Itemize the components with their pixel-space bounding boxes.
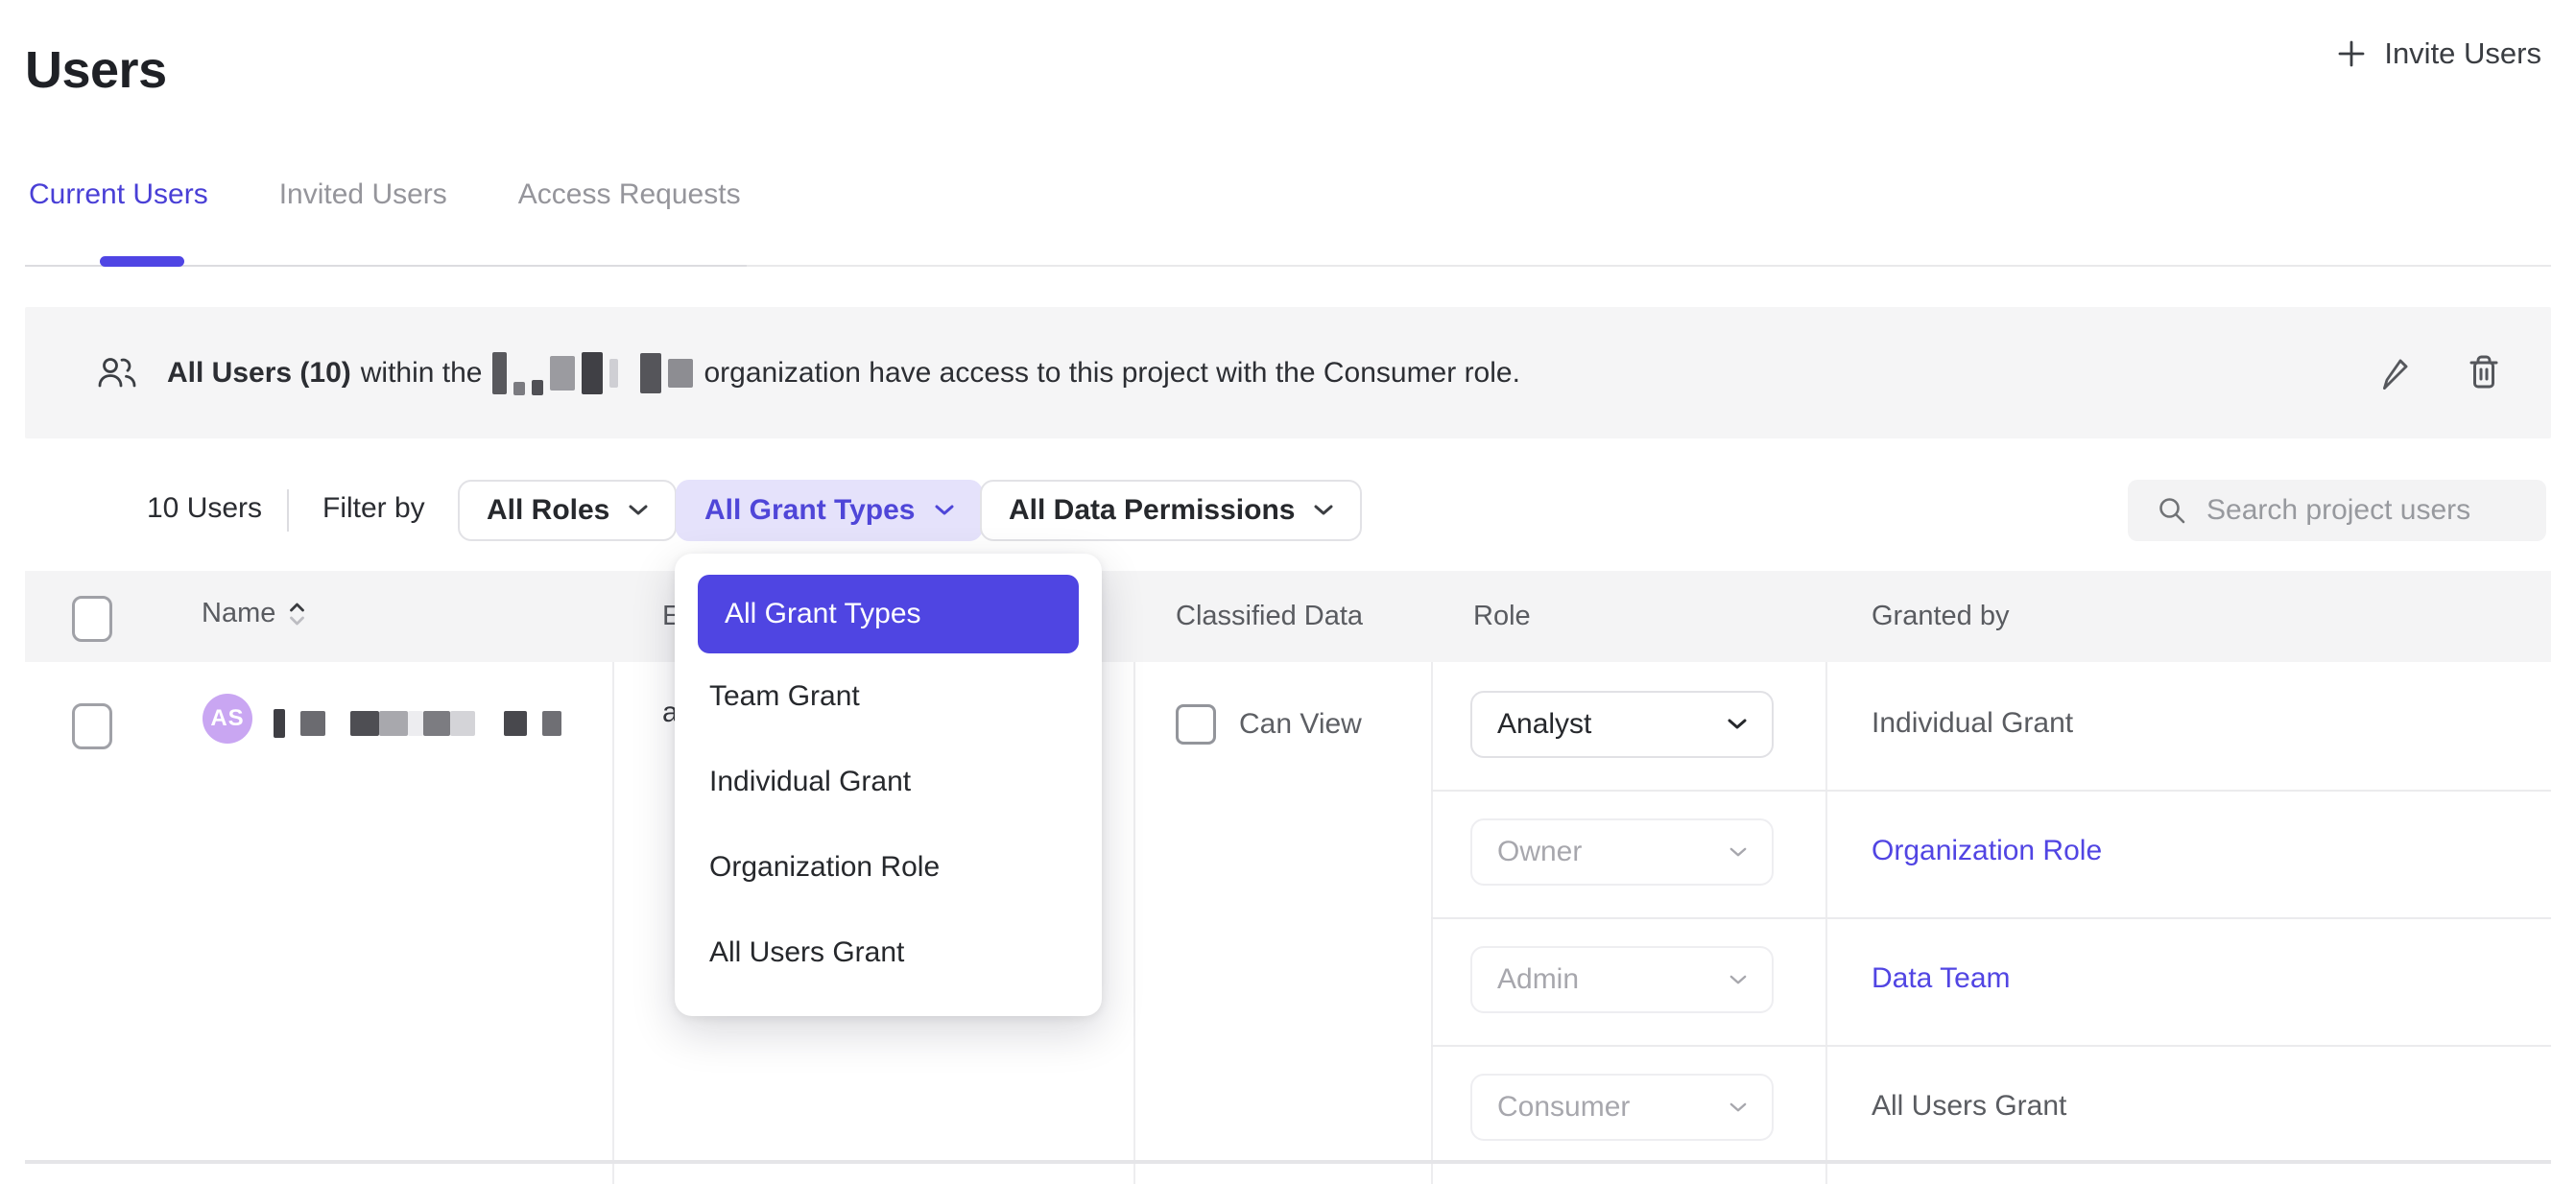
chevron-down-icon xyxy=(1728,719,1747,730)
all-roles-label: All Roles xyxy=(487,494,609,527)
all-grant-types-filter[interactable]: All Grant Types xyxy=(676,480,983,541)
role-select-owner: Owner xyxy=(1470,818,1774,886)
name-column-header[interactable]: Name xyxy=(202,598,305,629)
pencil-icon xyxy=(2376,352,2419,394)
trash-icon xyxy=(2464,351,2504,395)
all-data-permissions-filter[interactable]: All Data Permissions xyxy=(980,480,1362,541)
row-bottom-border xyxy=(25,1160,2551,1164)
invite-users-button[interactable]: Invite Users xyxy=(2330,25,2547,83)
user-count: 10 Users xyxy=(147,492,262,525)
row-checkbox[interactable] xyxy=(72,703,112,749)
banner-text: All Users (10) within the organization h… xyxy=(167,351,1520,395)
chevron-down-icon xyxy=(1314,505,1333,516)
role-column-header: Role xyxy=(1473,601,1531,632)
column-divider xyxy=(612,662,614,1184)
delete-grant-button[interactable] xyxy=(2461,350,2507,396)
role-select-label: Consumer xyxy=(1497,1091,1630,1124)
search-icon xyxy=(2128,495,2187,526)
table-body: AS a Can View Analyst Owner Admin Consum… xyxy=(25,662,2551,1184)
dropdown-item-all-grant-types-selected[interactable]: All Grant Types xyxy=(698,575,1079,653)
active-tab-indicator xyxy=(100,256,184,267)
can-view-checkbox[interactable] xyxy=(1176,704,1216,745)
dropdown-item-all-users-grant[interactable]: All Users Grant xyxy=(675,910,1102,995)
banner-actions xyxy=(2374,350,2507,396)
chevron-down-icon xyxy=(935,505,954,516)
grant-row-divider xyxy=(1431,917,2551,919)
dropdown-item-organization-role[interactable]: Organization Role xyxy=(675,824,1102,910)
granted-by-value: All Users Grant xyxy=(1872,1090,2066,1123)
chevron-down-icon xyxy=(1729,975,1747,985)
search-input[interactable] xyxy=(2205,493,2535,528)
granted-by-column-header: Granted by xyxy=(1872,601,2009,632)
role-select-label: Owner xyxy=(1497,836,1582,868)
role-select-label: Admin xyxy=(1497,963,1579,996)
invite-users-label: Invite Users xyxy=(2384,36,2541,71)
granted-by-value: Individual Grant xyxy=(1872,707,2073,740)
tab-bar: Current Users Invited Users Access Reque… xyxy=(29,178,741,211)
sort-icon xyxy=(289,601,305,628)
dropdown-item-individual-grant[interactable]: Individual Grant xyxy=(675,739,1102,824)
tab-current-users[interactable]: Current Users xyxy=(29,178,208,211)
classified-data-column-header: Classified Data xyxy=(1176,601,1363,632)
all-grant-types-label: All Grant Types xyxy=(704,494,916,527)
role-select-admin: Admin xyxy=(1470,946,1774,1013)
granted-by-link[interactable]: Organization Role xyxy=(1872,835,2102,867)
dropdown-item-team-grant[interactable]: Team Grant xyxy=(675,653,1102,739)
grant-types-dropdown-menu: All Grant Types Team Grant Individual Gr… xyxy=(675,554,1102,1016)
filter-by-label: Filter by xyxy=(322,492,425,525)
column-divider xyxy=(1825,662,1827,1184)
chevron-down-icon xyxy=(1729,847,1747,858)
grant-row-divider xyxy=(1431,1045,2551,1047)
plus-icon xyxy=(2336,38,2367,69)
avatar: AS xyxy=(203,694,252,744)
banner-bold-text: All Users (10) xyxy=(167,357,351,390)
filter-divider xyxy=(287,489,289,532)
banner-text-after: organization have access to this project… xyxy=(704,357,1520,390)
role-select-analyst[interactable]: Analyst xyxy=(1470,691,1774,758)
column-divider xyxy=(1431,662,1433,1184)
granted-by-link[interactable]: Data Team xyxy=(1872,962,2011,995)
select-all-checkbox[interactable] xyxy=(72,596,112,642)
all-data-permissions-label: All Data Permissions xyxy=(1009,494,1295,527)
tab-access-requests[interactable]: Access Requests xyxy=(518,178,741,211)
filter-row: 10 Users Filter by All Roles All Grant T… xyxy=(0,480,2576,541)
redacted-org-name xyxy=(492,351,693,395)
role-select-label: Analyst xyxy=(1497,708,1591,741)
tab-invited-users[interactable]: Invited Users xyxy=(279,178,447,211)
column-divider xyxy=(1133,662,1135,1184)
all-roles-filter[interactable]: All Roles xyxy=(458,480,677,541)
table-header: Name E Classified Data Role Granted by xyxy=(25,571,2551,662)
edit-grant-button[interactable] xyxy=(2374,350,2421,396)
classified-data-cell: Can View xyxy=(1176,704,1362,745)
grant-row-divider xyxy=(1431,790,2551,792)
page-title: Users xyxy=(25,40,167,100)
redacted-user-name xyxy=(274,710,561,737)
users-group-icon xyxy=(94,355,140,391)
banner-text-before: within the xyxy=(361,357,483,390)
search-box xyxy=(2128,480,2546,541)
name-header-label: Name xyxy=(202,598,275,629)
can-view-label: Can View xyxy=(1239,708,1362,741)
chevron-down-icon xyxy=(1729,1102,1747,1113)
all-users-banner: All Users (10) within the organization h… xyxy=(25,307,2551,438)
chevron-down-icon xyxy=(629,505,648,516)
role-select-consumer: Consumer xyxy=(1470,1074,1774,1141)
